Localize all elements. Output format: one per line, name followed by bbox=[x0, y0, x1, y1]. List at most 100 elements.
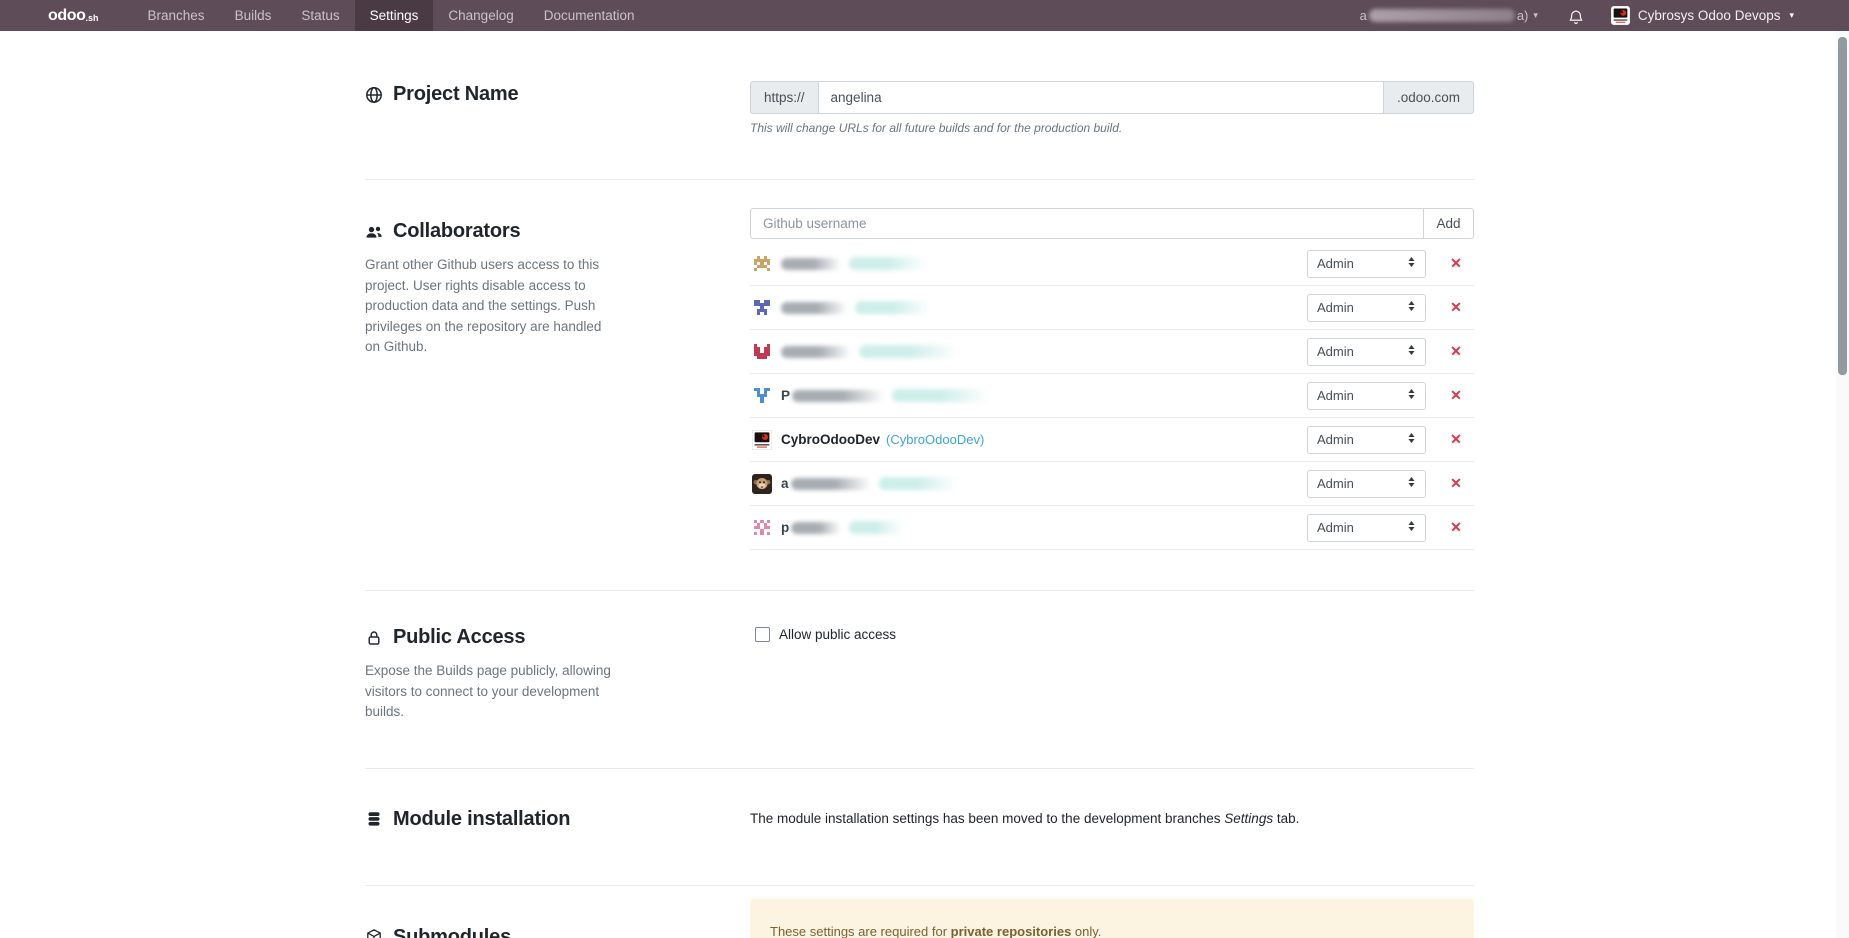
module-installation-text: The module installation settings has bee… bbox=[750, 811, 1474, 826]
remove-collaborator-button[interactable]: ✕ bbox=[1448, 431, 1464, 448]
collaborator-row: Admin ✕ bbox=[750, 242, 1474, 286]
nav-menu: Branches Builds Status Settings Changelo… bbox=[133, 0, 650, 31]
database-icon bbox=[365, 810, 383, 828]
project-name-help: This will change URLs for all future bui… bbox=[750, 121, 1123, 135]
remove-collaborator-button[interactable]: ✕ bbox=[1448, 299, 1464, 316]
collaborator-name: p bbox=[781, 520, 1307, 535]
user-menu[interactable]: a a) ▾ bbox=[1360, 8, 1538, 23]
section-collaborators: Collaborators Grant other Github users a… bbox=[365, 180, 1474, 591]
warning-text-bold: private repositories bbox=[950, 923, 1072, 938]
identicon-pink-avatar bbox=[752, 517, 772, 538]
add-collaborator-row: Add bbox=[750, 208, 1474, 239]
collaborator-name-visible-prefix: a bbox=[781, 476, 789, 491]
module-text-before: The module installation settings has bee… bbox=[750, 810, 1225, 826]
nav-item-builds[interactable]: Builds bbox=[220, 0, 287, 31]
identicon-blue-avatar bbox=[752, 385, 772, 406]
logo-suffix: .sh bbox=[85, 13, 99, 23]
redacted-collaborator-name bbox=[781, 257, 841, 270]
select-caret-icon bbox=[1407, 388, 1416, 403]
redacted-collaborator-alias bbox=[849, 257, 927, 270]
select-caret-icon bbox=[1407, 300, 1416, 315]
main-content: Project Name https:// .odoo.com This wil… bbox=[0, 31, 1836, 938]
section-public-access: Public Access Expose the Builds page pub… bbox=[365, 591, 1474, 769]
module-text-italic: Settings bbox=[1224, 810, 1274, 826]
odoosh-logo[interactable]: odoo .sh bbox=[48, 0, 99, 31]
users-icon bbox=[365, 223, 383, 241]
public-access-checkbox-label: Allow public access bbox=[779, 627, 897, 642]
remove-collaborator-button[interactable]: ✕ bbox=[1448, 387, 1464, 404]
role-value: Admin bbox=[1317, 388, 1354, 403]
warning-text-before: These settings are required for bbox=[770, 923, 951, 938]
nav-item-settings[interactable]: Settings bbox=[354, 0, 434, 31]
role-value: Admin bbox=[1317, 476, 1354, 491]
redacted-collaborator-name bbox=[781, 301, 847, 314]
module-text-after: tab. bbox=[1273, 810, 1300, 826]
top-navbar: odoo .sh Branches Builds Status Settings … bbox=[0, 0, 1849, 31]
collaborators-title-text: Collaborators bbox=[393, 220, 521, 242]
warning-text-after: only. bbox=[1071, 923, 1102, 938]
identicon-crimson-avatar bbox=[752, 341, 772, 362]
remove-collaborator-button[interactable]: ✕ bbox=[1448, 475, 1464, 492]
caret-down-icon: ▾ bbox=[1789, 10, 1794, 20]
section-module-installation: Module installation The module installat… bbox=[365, 769, 1474, 886]
role-value: Admin bbox=[1317, 432, 1354, 447]
module-installation-title: Module installation bbox=[365, 808, 615, 831]
submodules-title-text: Submodules bbox=[393, 925, 512, 938]
select-caret-icon bbox=[1407, 520, 1416, 535]
collaborator-role-select[interactable]: Admin bbox=[1307, 381, 1426, 410]
redacted-username bbox=[1368, 9, 1515, 22]
collaborator-github-link[interactable]: (CybroOdooDev) bbox=[886, 432, 984, 447]
project-name-title-text: Project Name bbox=[393, 83, 519, 105]
caret-down-icon: ▾ bbox=[1533, 10, 1538, 20]
lock-icon bbox=[365, 629, 383, 647]
url-prefix: https:// bbox=[750, 81, 818, 114]
collaborator-role-select[interactable]: Admin bbox=[1307, 513, 1426, 542]
select-caret-icon bbox=[1407, 476, 1416, 491]
public-access-checkbox[interactable] bbox=[755, 627, 770, 642]
add-collaborator-button[interactable]: Add bbox=[1424, 208, 1474, 239]
collaborator-role-select[interactable]: Admin bbox=[1307, 249, 1426, 278]
allow-public-access-option[interactable]: Allow public access bbox=[755, 627, 1474, 642]
nav-item-branches[interactable]: Branches bbox=[133, 0, 220, 31]
role-value: Admin bbox=[1317, 344, 1354, 359]
scrollbar-thumb[interactable] bbox=[1838, 37, 1847, 375]
collaborator-role-select[interactable]: Admin bbox=[1307, 469, 1426, 498]
org-menu[interactable]: Cybrosys Odoo Devops ▾ bbox=[1610, 6, 1794, 25]
redacted-collaborator-name bbox=[781, 345, 851, 358]
nav-item-status[interactable]: Status bbox=[286, 0, 354, 31]
collaborator-row: p Admin ✕ bbox=[750, 506, 1474, 550]
collaborator-name bbox=[781, 345, 1307, 358]
collaborator-name-visible-prefix: P bbox=[781, 388, 791, 403]
collaborator-row: Admin ✕ bbox=[750, 286, 1474, 330]
globe-icon bbox=[365, 86, 383, 104]
github-username-input[interactable] bbox=[750, 208, 1424, 239]
org-avatar bbox=[1610, 6, 1630, 25]
collaborator-row: a Admin ✕ bbox=[750, 462, 1474, 506]
collaborator-role-select[interactable]: Admin bbox=[1307, 337, 1426, 366]
collaborator-name-visible-prefix: p bbox=[781, 520, 790, 535]
redacted-collaborator-name bbox=[791, 521, 842, 534]
collaborator-name bbox=[781, 301, 1307, 314]
redacted-collaborator-name bbox=[792, 389, 885, 402]
redacted-collaborator-alias bbox=[849, 521, 904, 534]
collaborators-description: Grant other Github users access to this … bbox=[365, 257, 602, 355]
public-access-title-text: Public Access bbox=[393, 626, 526, 648]
role-value: Admin bbox=[1317, 520, 1354, 535]
nav-item-documentation[interactable]: Documentation bbox=[529, 0, 650, 31]
project-name-title: Project Name bbox=[365, 83, 615, 106]
project-name-input[interactable] bbox=[817, 81, 1384, 114]
remove-collaborator-button[interactable]: ✕ bbox=[1448, 519, 1464, 536]
nav-item-changelog[interactable]: Changelog bbox=[433, 0, 528, 31]
collaborators-list: Admin ✕ Admin ✕ Admin ✕ P Admin ✕ CybroO… bbox=[750, 242, 1474, 550]
remove-collaborator-button[interactable]: ✕ bbox=[1448, 343, 1464, 360]
notifications-bell-icon[interactable] bbox=[1568, 9, 1584, 25]
public-access-title: Public Access bbox=[365, 626, 615, 649]
submodules-warning: These settings are required for private … bbox=[750, 898, 1474, 938]
redacted-collaborator-name bbox=[790, 477, 871, 490]
collaborator-row: CybroOdooDev (CybroOdooDev) Admin ✕ bbox=[750, 418, 1474, 462]
collaborator-role-select[interactable]: Admin bbox=[1307, 293, 1426, 322]
collaborator-role-select[interactable]: Admin bbox=[1307, 425, 1426, 454]
remove-collaborator-button[interactable]: ✕ bbox=[1448, 255, 1464, 272]
scrollbar-track[interactable] bbox=[1836, 31, 1849, 938]
identicon-indigo-avatar bbox=[752, 297, 772, 318]
